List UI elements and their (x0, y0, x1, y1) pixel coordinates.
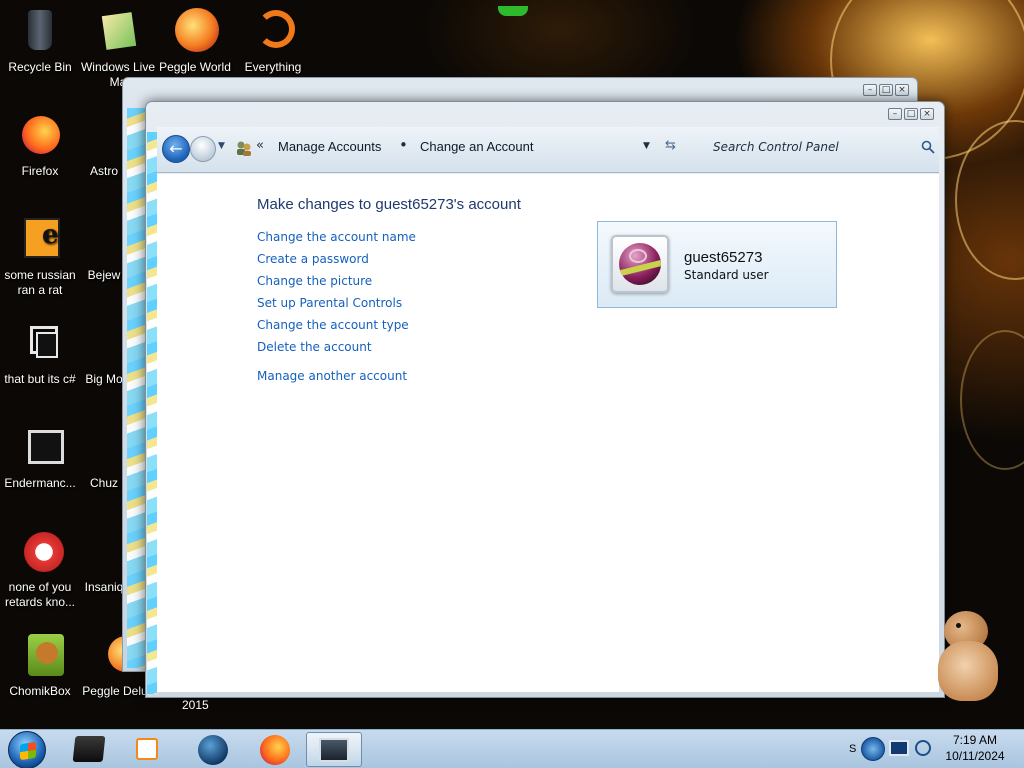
maximize-button[interactable]: □ (879, 84, 893, 96)
change-account-type-link[interactable]: Change the account type (257, 318, 409, 332)
taskbar-app-terminal[interactable] (62, 732, 118, 767)
tray-overflow[interactable]: S (849, 743, 856, 755)
desktop-icon-label: Everything (244, 60, 302, 74)
minimize-button[interactable]: – (888, 108, 902, 120)
desktop-icon-firefox[interactable]: Firefox (0, 112, 80, 179)
hamster-gadget-icon[interactable] (930, 605, 1010, 705)
taskbar-app-media-player[interactable] (120, 732, 176, 767)
taskbar-app-control-panel[interactable] (306, 732, 362, 767)
account-picture-icon (619, 243, 661, 285)
account-name: guest65273 (684, 249, 763, 266)
firefox-icon (16, 112, 64, 160)
taskbar-app-firefox[interactable] (248, 732, 304, 767)
desktop-icon-label: Endermanc... (4, 476, 76, 490)
everything-search-icon (249, 8, 297, 56)
content-pane: Make changes to guest65273's account Cha… (157, 174, 939, 692)
background-window-controls: – □ × (863, 84, 909, 96)
refresh-icon[interactable]: ⇆ (665, 138, 676, 153)
address-bar: ← ▼ « Manage Accounts • Change an Accoun… (157, 127, 939, 173)
desktop-icon-that-but-its-c[interactable]: that but its c# (0, 320, 80, 387)
close-button[interactable]: × (895, 84, 909, 96)
window-border-pattern (147, 132, 157, 694)
hamster-box-icon (16, 632, 64, 680)
desktop-icon-label: Peggle World (159, 60, 231, 74)
change-picture-link[interactable]: Change the picture (257, 274, 372, 288)
search-input[interactable]: Search Control Panel (699, 136, 937, 160)
volume-icon[interactable] (915, 740, 931, 756)
app-icon: e (16, 216, 64, 264)
user-accounts-icon (237, 141, 251, 156)
monitor-icon (16, 424, 64, 472)
media-player-icon (136, 738, 158, 760)
desktop-icon-chomikbox[interactable]: ChomikBox (0, 632, 80, 699)
page-title: Make changes to guest65273's account (257, 196, 521, 213)
control-panel-icon (319, 738, 349, 762)
desktop-icon-everything[interactable]: Everything (233, 8, 313, 75)
windows-logo-icon (20, 741, 36, 761)
control-panel-window[interactable]: – □ × ← ▼ « Manage Accounts • Change an … (145, 101, 945, 698)
start-button[interactable] (8, 731, 46, 768)
desktop-icon-label: none of you retards kno... (4, 580, 76, 609)
recycle-bin-icon (16, 8, 64, 56)
windows-live-icon (94, 8, 142, 56)
desktop-icon-none-of-you[interactable]: none of you retards kno... (0, 528, 80, 610)
app-icon (16, 528, 64, 576)
breadcrumb-change-an-account[interactable]: Change an Account (420, 139, 533, 154)
accessibility-icon[interactable] (861, 737, 885, 761)
recent-pages-dropdown-icon[interactable]: ▼ (218, 141, 225, 151)
account-card: guest65273 Standard user (597, 221, 837, 308)
peggle-world-icon (171, 8, 219, 56)
manage-another-account-link[interactable]: Manage another account (257, 369, 407, 383)
avatar (611, 235, 669, 293)
forward-arrow-icon[interactable] (190, 136, 216, 162)
taskbar-app-globe[interactable] (186, 732, 242, 767)
change-account-name-link[interactable]: Change the account name (257, 230, 416, 244)
desktop-icon-label: that but its c# (4, 372, 76, 386)
minimize-button[interactable]: – (863, 84, 877, 96)
wallpaper-swirl (960, 330, 1024, 470)
parental-controls-link[interactable]: Set up Parental Controls (257, 296, 402, 310)
desktop-icon-label: Firefox (21, 164, 59, 178)
clock-time[interactable]: 7:19 AM (935, 733, 1015, 747)
desktop-icon-label: ChomikBox (9, 684, 71, 698)
network-icon[interactable] (889, 740, 909, 756)
breadcrumb-separator[interactable]: • (399, 136, 408, 154)
desktop-icon-recycle-bin[interactable]: Recycle Bin (0, 8, 80, 75)
close-button[interactable]: × (920, 108, 934, 120)
search-icon[interactable] (921, 140, 935, 154)
back-arrow-icon[interactable]: ← (162, 135, 190, 163)
shortcut-icon (16, 320, 64, 368)
desktop-icon-label: some russian ran a rat (4, 268, 76, 297)
clock-date[interactable]: 10/11/2024 (935, 749, 1015, 763)
window-controls: – □ × (888, 108, 934, 120)
desktop-icon-endermanch[interactable]: Endermanc... (0, 424, 80, 491)
desktop-icon-label: Recycle Bin (8, 60, 72, 74)
create-password-link[interactable]: Create a password (257, 252, 369, 266)
terminal-icon (72, 736, 106, 762)
desktop-label-2015: 2015 (182, 698, 209, 712)
breadcrumb-overflow[interactable]: « (256, 138, 264, 153)
delete-account-link[interactable]: Delete the account (257, 340, 372, 354)
firefox-icon (260, 735, 290, 765)
breadcrumb-manage-accounts[interactable]: Manage Accounts (278, 139, 381, 154)
account-type: Standard user (684, 268, 769, 282)
globe-icon (198, 735, 228, 765)
taskbar: S (0, 729, 1024, 768)
address-dropdown-icon[interactable]: ▼ (643, 141, 650, 151)
maximize-button[interactable]: □ (904, 108, 918, 120)
search-placeholder: Search Control Panel (713, 140, 839, 154)
desktop-icon-peggle-world[interactable]: Peggle World (155, 8, 235, 75)
desktop-icon-some-russian[interactable]: e some russian ran a rat (0, 216, 80, 298)
wallpaper-lime-glyph (498, 6, 528, 16)
